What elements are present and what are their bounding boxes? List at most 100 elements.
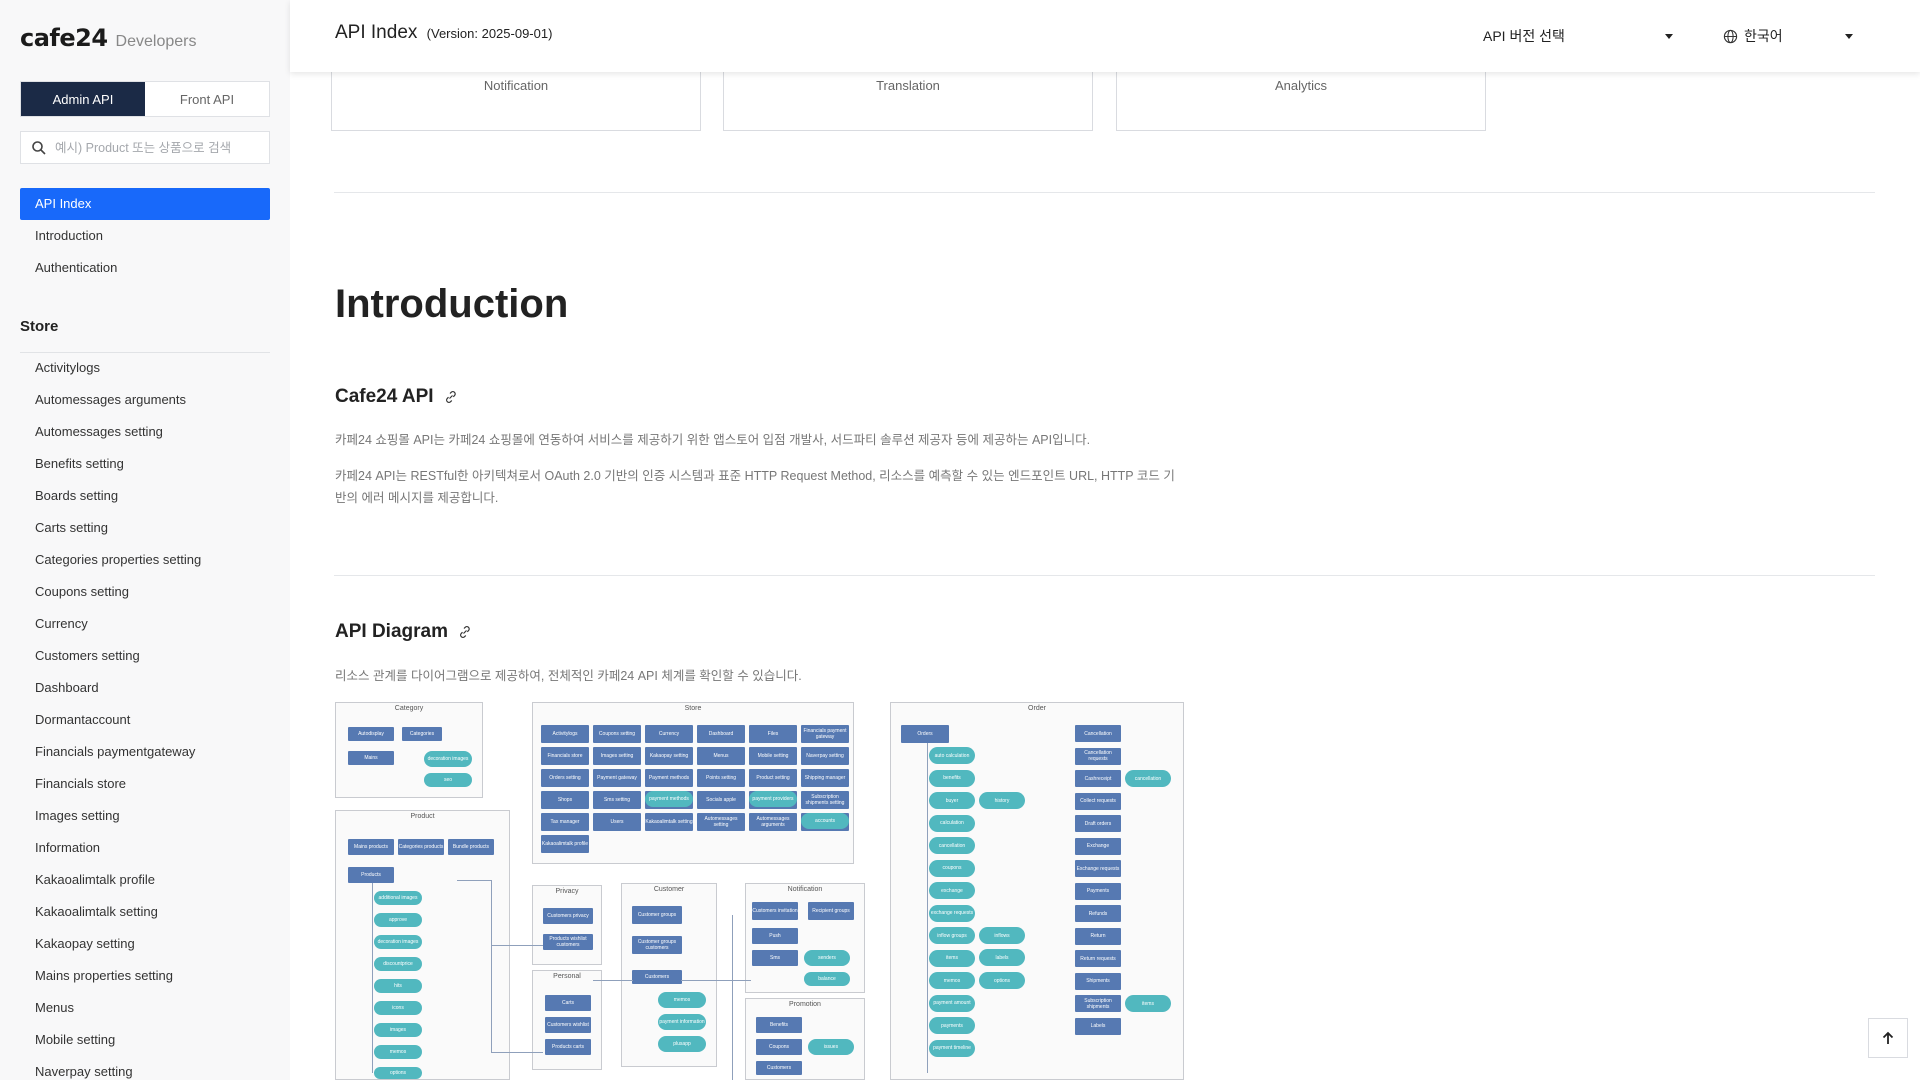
sidebar-item-authentication[interactable]: Authentication	[20, 252, 270, 284]
diagram-group-title: Notification	[787, 886, 823, 893]
api-version-select[interactable]: API 버전 선택	[1483, 24, 1673, 48]
diagram-leaf: payment methods	[645, 791, 693, 807]
sidebar-item-store[interactable]: Mains properties setting	[20, 960, 270, 992]
globe-icon	[1723, 29, 1738, 43]
diagram-group-title: Product	[410, 813, 435, 820]
sidebar-item-store[interactable]: Kakaoalimtalk profile	[20, 864, 270, 896]
diagram-node: Dashboard	[697, 725, 745, 743]
sidebar-item-store[interactable]: Dashboard	[20, 672, 270, 704]
sidebar-item-store[interactable]: Benefits setting	[20, 448, 270, 480]
diagram-node: Customer groups customers	[632, 936, 682, 954]
diagram-node: Coupons setting	[593, 725, 641, 743]
diagram-group-title: Personal	[553, 973, 581, 980]
diagram-group-order: Order Orders Cancellation Cancellation req…	[890, 702, 1184, 1080]
diagram-connector	[372, 883, 373, 1073]
diagram-group-store: Store Activitylogs Coupons setting Currenc…	[532, 702, 854, 864]
sidebar-item-store[interactable]: Mobile setting	[20, 1024, 270, 1056]
sidebar-item-store[interactable]: Automessages setting	[20, 416, 270, 448]
diagram-node: Sms	[752, 950, 798, 966]
diagram-node: Kakaoalimtalk setting	[645, 813, 693, 831]
diagram-node: Cancellation	[1075, 725, 1121, 742]
sidebar-item-store[interactable]: Kakaoalimtalk setting	[20, 896, 270, 928]
sidebar-item-store[interactable]: Dormantaccount	[20, 704, 270, 736]
diagram-leaf: approve	[374, 913, 422, 927]
sidebar-item-store[interactable]: Financials store	[20, 768, 270, 800]
diagram-leaf: discountprice	[374, 957, 422, 971]
api-version-label: (Version: 2025-09-01)	[426, 26, 553, 41]
sidebar-item-store[interactable]: Kakaopay setting	[20, 928, 270, 960]
diagram-node: Naverpay setting	[801, 747, 849, 765]
sidebar-nav: API Index Introduction Authentication	[20, 188, 270, 284]
sidebar-item-store[interactable]: Activitylogs	[20, 352, 270, 384]
sidebar-item-store[interactable]: Automessages arguments	[20, 384, 270, 416]
diagram-node: Return requests	[1075, 950, 1121, 967]
sidebar-section-title: Store	[20, 318, 59, 335]
diagram-node: Categories products	[398, 839, 444, 855]
diagram-group-promotion: Promotion Benefits Coupons issues Custom…	[745, 998, 865, 1080]
diagram-node: Subscription shipments setting	[801, 791, 849, 809]
sidebar-item-introduction[interactable]: Introduction	[20, 220, 270, 252]
diagram-leaf: exchange	[929, 882, 975, 899]
link-icon[interactable]	[458, 625, 472, 639]
sidebar-item-api-index[interactable]: API Index	[20, 188, 270, 220]
logo-mark: cafe24	[20, 24, 108, 52]
diagram-leaf: inflows	[979, 927, 1025, 944]
diagram-node: Payment gateway	[593, 769, 641, 787]
logo[interactable]: cafe24 Developers	[20, 24, 196, 52]
diagram-node: Files	[749, 725, 797, 743]
sidebar-item-store[interactable]: Menus	[20, 992, 270, 1024]
diagram-group-title: Promotion	[789, 1001, 821, 1008]
diagram-node: Orders	[901, 725, 949, 743]
sidebar-item-store[interactable]: Information	[20, 832, 270, 864]
language-select[interactable]: 한국어	[1723, 24, 1853, 48]
diagram-node: Bundle products	[448, 839, 494, 855]
diagram-node: Coupons	[756, 1039, 802, 1055]
sidebar-item-store[interactable]: Financials paymentgateway	[20, 736, 270, 768]
back-to-top-button[interactable]	[1868, 1018, 1908, 1058]
diagram-node: Orders setting	[541, 769, 589, 787]
sidebar-item-store[interactable]: Naverpay setting	[20, 1056, 270, 1080]
api-diagram[interactable]: Category Autodisplay Categories Mains de…	[335, 700, 1185, 1080]
diagram-node: Subscription shipments	[1075, 995, 1121, 1012]
link-icon[interactable]	[444, 390, 458, 404]
sidebar-item-store[interactable]: Boards setting	[20, 480, 270, 512]
diagram-leaf: benefits	[929, 769, 975, 787]
diagram-leaf: labels	[979, 949, 1025, 966]
diagram-node: Shipping manager	[801, 769, 849, 787]
chevron-down-icon	[1845, 33, 1853, 39]
diagram-leaf: decoration images	[374, 935, 422, 949]
search-input[interactable]	[55, 140, 265, 155]
sidebar-item-store[interactable]: Carts setting	[20, 512, 270, 544]
tab-front-api[interactable]: Front API	[145, 82, 269, 116]
diagram-node: Activitylogs	[541, 725, 589, 743]
sidebar-item-store[interactable]: Images setting	[20, 800, 270, 832]
diagram-connector	[491, 880, 492, 1053]
intro-paragraph-1: 카페24 쇼핑몰 API는 카페24 쇼핑몰에 연동하여 서비스를 제공하기 위…	[335, 433, 1091, 447]
diagram-node: Product setting	[749, 769, 797, 787]
diagram-leaf: issues	[808, 1039, 854, 1055]
diagram-node: Customers	[756, 1061, 802, 1075]
diagram-node: Financials store	[541, 747, 589, 765]
cafe24-api-heading: Cafe24 API	[335, 386, 458, 408]
diagram-leaf: payments	[929, 1017, 975, 1034]
tab-admin-api[interactable]: Admin API	[21, 82, 145, 116]
diagram-node: Exchange requests	[1075, 860, 1121, 877]
header-title: API Index (Version: 2025-09-01)	[335, 22, 552, 44]
diagram-leaf: items	[1125, 995, 1171, 1012]
sidebar-item-store[interactable]: Currency	[20, 608, 270, 640]
diagram-leaf: accounts	[801, 813, 849, 829]
diagram-leaf: decoration images	[424, 751, 472, 767]
diagram-leaf: icons	[374, 1001, 422, 1015]
diagram-connector	[732, 915, 733, 1080]
diagram-group-customer: Customer Customer groups Customer groups…	[621, 883, 717, 1067]
diagram-node: Payments	[1075, 882, 1121, 900]
sidebar-item-store[interactable]: Customers setting	[20, 640, 270, 672]
diagram-node: Kakaopay setting	[645, 747, 693, 765]
diagram-node: Draft orders	[1075, 815, 1121, 832]
diagram-leaf: payment timeline	[929, 1039, 975, 1057]
sidebar-item-store[interactable]: Categories properties setting	[20, 544, 270, 576]
diagram-group-product: Product Mains products Categories produc…	[335, 810, 510, 1080]
diagram-node: Users	[593, 813, 641, 831]
sidebar-item-store[interactable]: Coupons setting	[20, 576, 270, 608]
language-select-value: 한국어	[1723, 26, 1783, 46]
